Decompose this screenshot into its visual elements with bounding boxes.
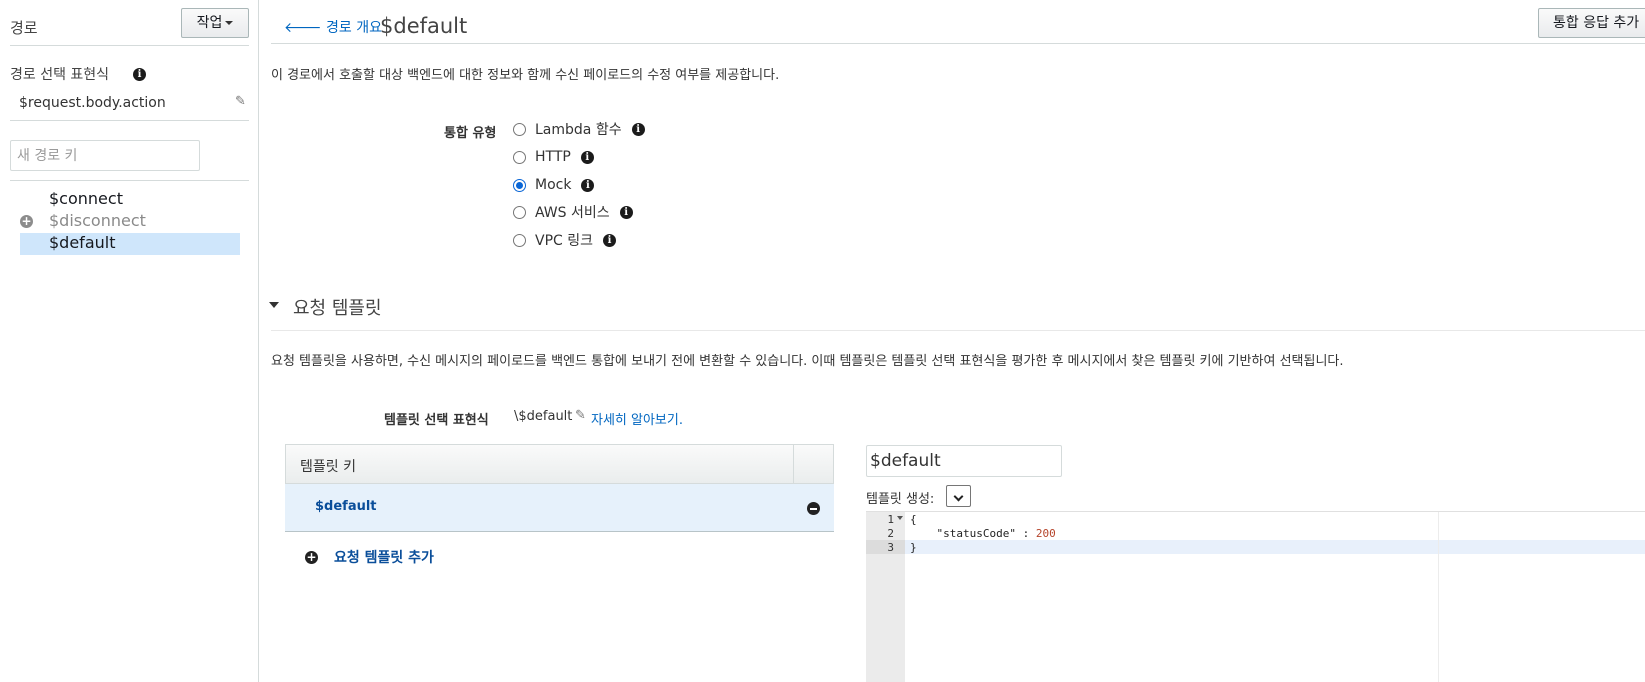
option-label: Lambda 함수 <box>535 122 622 138</box>
app-root: 경로 작업 경로 선택 표현식 i $request.body.action ✎… <box>0 0 1645 682</box>
code-line: "statusCode" : 200 <box>910 527 1056 540</box>
route-description: 이 경로에서 호출할 대상 백엔드에 대한 정보와 함께 수신 페이로드의 수정… <box>271 68 780 83</box>
integration-option-aws-service[interactable]: AWS 서비스 i <box>513 202 633 222</box>
divider <box>271 330 1645 331</box>
table-header: 템플릿 키 <box>285 444 834 484</box>
new-route-key-input[interactable] <box>10 140 200 171</box>
minus-circle-icon[interactable] <box>807 502 820 515</box>
divider <box>271 43 1645 44</box>
back-to-routes-link[interactable]: 🡐 경로 개요 <box>284 17 382 37</box>
arrow-left-icon: 🡐 <box>284 20 322 36</box>
template-selection-expression-value: \$default <box>514 409 573 424</box>
line-number: 1 <box>887 513 894 526</box>
request-templates-title[interactable]: 요청 템플릿 <box>293 294 382 320</box>
back-link-label: 경로 개요 <box>326 20 382 36</box>
radio-lambda[interactable] <box>513 122 526 136</box>
generate-template-select[interactable] <box>946 485 971 507</box>
code-number: 200 <box>1035 527 1056 540</box>
table-row[interactable]: $default <box>285 484 834 532</box>
option-label: HTTP <box>535 149 571 165</box>
caret-down-icon <box>225 21 234 25</box>
info-icon[interactable]: i <box>133 68 146 81</box>
code-line: } <box>910 541 917 554</box>
radio-vpc-link[interactable] <box>513 233 526 247</box>
info-icon[interactable]: i <box>619 205 633 219</box>
template-key-column-header: 템플릿 키 <box>300 459 356 475</box>
divider <box>10 180 249 181</box>
option-label: AWS 서비스 <box>535 205 610 221</box>
template-keys-table: 템플릿 키 $default <box>285 444 834 532</box>
route-selection-expression-label: 경로 선택 표현식 <box>10 67 110 83</box>
pencil-icon[interactable]: ✎ <box>235 94 246 109</box>
routes-sidebar: 경로 작업 경로 선택 표현식 i $request.body.action ✎… <box>0 0 259 682</box>
code-key: "statusCode" : <box>910 527 1036 540</box>
pencil-icon[interactable]: ✎ <box>575 408 586 423</box>
template-code-editor[interactable]: 1 2 3 { "statusCode" : 200 } <box>866 511 1645 682</box>
learn-more-link[interactable]: 자세히 알아보기. <box>591 409 683 428</box>
template-selection-expression-label: 템플릿 선택 표현식 <box>384 413 489 428</box>
option-label: Mock <box>535 177 572 193</box>
integration-option-lambda[interactable]: Lambda 함수 i <box>513 119 645 139</box>
actions-button[interactable]: 작업 <box>181 8 249 38</box>
info-icon[interactable]: i <box>580 150 594 164</box>
divider <box>10 120 249 121</box>
request-templates-description: 요청 템플릿을 사용하면, 수신 메시지의 페이로드를 백엔드 통합에 보내기 … <box>271 354 1344 369</box>
add-request-template-button[interactable]: + 요청 템플릿 추가 <box>305 547 434 567</box>
route-item-default[interactable]: $default <box>49 233 115 252</box>
add-request-template-label: 요청 템플릿 추가 <box>334 550 434 566</box>
generate-template-label: 템플릿 생성: <box>866 492 935 507</box>
template-key-label[interactable]: $default <box>315 499 377 514</box>
active-line-highlight <box>866 540 1645 554</box>
integration-option-vpc-link[interactable]: VPC 링크 i <box>513 230 617 250</box>
collapse-caret-icon[interactable] <box>269 302 279 308</box>
radio-http[interactable] <box>513 150 526 164</box>
template-key-input[interactable] <box>866 445 1062 477</box>
plus-circle-icon[interactable]: + <box>20 215 33 228</box>
option-label: VPC 링크 <box>535 233 594 249</box>
line-number: 3 <box>887 541 894 554</box>
fold-arrow-icon[interactable] <box>897 516 903 520</box>
info-icon[interactable]: i <box>631 122 645 136</box>
add-integration-response-button[interactable]: 통합 응답 추가 <box>1538 8 1645 38</box>
sidebar-header: 경로 작업 <box>10 8 249 46</box>
info-icon[interactable]: i <box>603 233 617 247</box>
column-separator <box>793 445 794 483</box>
route-selection-expression-value: $request.body.action <box>19 95 166 111</box>
integration-option-mock[interactable]: Mock i <box>513 175 595 195</box>
code-line: { <box>910 513 917 526</box>
actions-button-label: 작업 <box>196 15 223 31</box>
integration-type-label: 통합 유형 <box>444 126 497 141</box>
radio-mock[interactable] <box>513 178 526 192</box>
radio-aws-service[interactable] <box>513 205 526 219</box>
route-item-connect[interactable]: $connect <box>49 189 123 208</box>
integration-option-http[interactable]: HTTP i <box>513 147 594 167</box>
line-number: 2 <box>887 527 894 540</box>
route-item-disconnect[interactable]: $disconnect <box>49 211 146 230</box>
page-title: $default <box>380 14 468 38</box>
print-margin <box>1438 512 1439 682</box>
info-icon[interactable]: i <box>581 178 595 192</box>
sidebar-title: 경로 <box>10 19 38 37</box>
plus-circle-icon: + <box>305 549 318 564</box>
